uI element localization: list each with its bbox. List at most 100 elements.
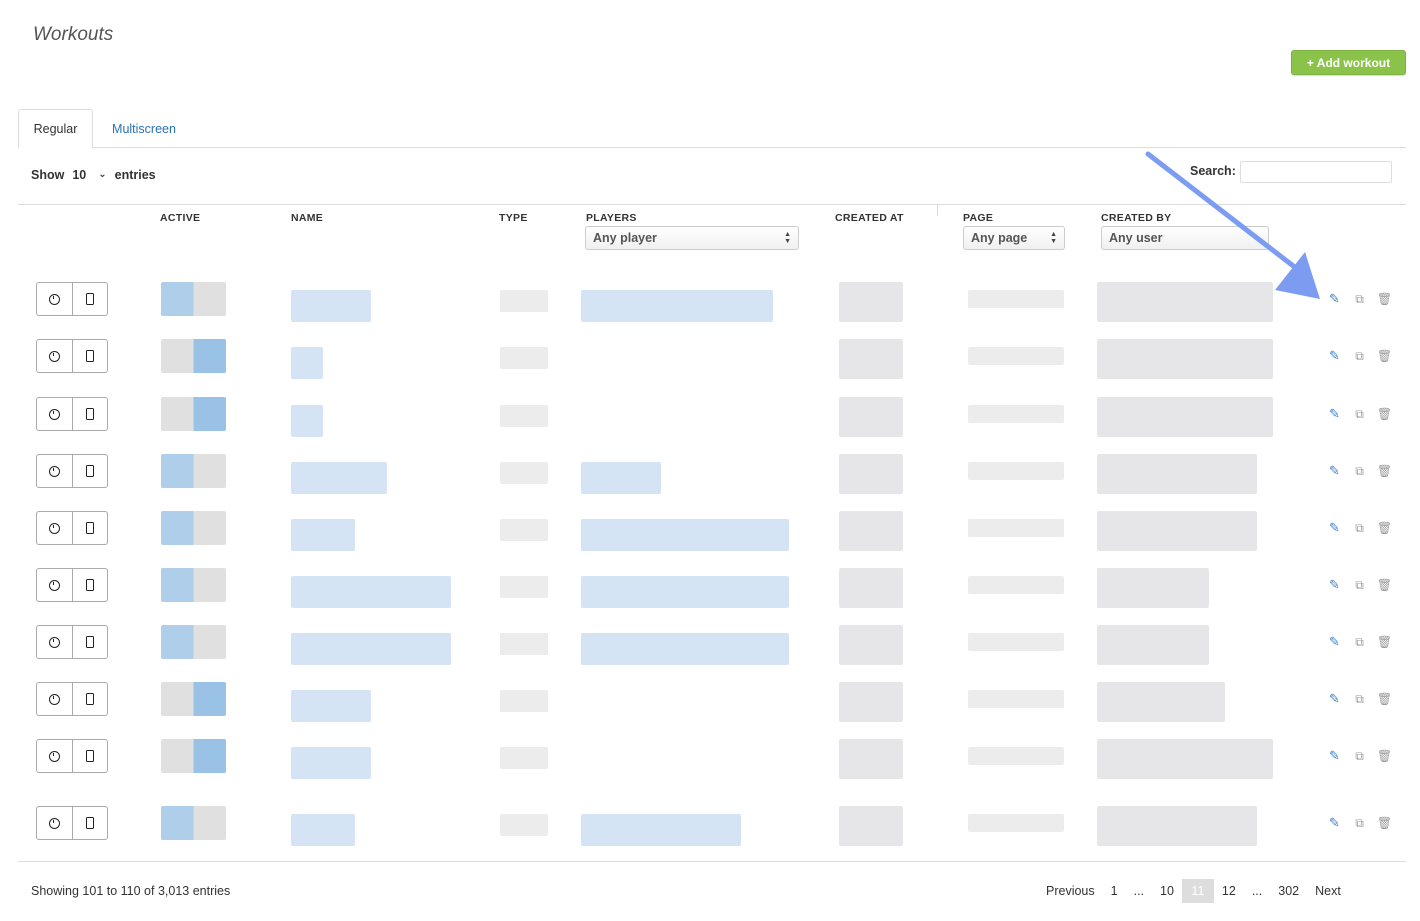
column-header-name[interactable]: NAME [291,212,323,224]
created-at-cell-redacted [839,282,903,322]
entries-label: entries [114,168,156,182]
copy-icon[interactable]: ⧉ [1353,349,1366,363]
created-at-cell-redacted [839,806,903,846]
pencil-icon[interactable]: ✎ [1328,520,1341,535]
table-row: ✎ ⧉ 🗑︎ [0,568,1420,618]
pagination-page[interactable]: 302 [1270,879,1307,903]
created-by-cell-redacted [1097,806,1257,846]
schedule-button[interactable] [37,740,72,772]
table-row: ✎ ⧉ 🗑︎ [0,397,1420,447]
clock-icon [48,350,60,362]
page-cell-redacted [968,814,1064,832]
copy-icon[interactable]: ⧉ [1353,464,1366,478]
trash-icon[interactable]: 🗑︎ [1377,749,1392,763]
trash-icon[interactable]: 🗑︎ [1377,292,1392,306]
pagination-previous[interactable]: Previous [1038,879,1103,903]
table-row: ✎ ⧉ 🗑︎ [0,282,1420,332]
trash-icon[interactable]: 🗑︎ [1377,407,1392,421]
clock-icon [48,693,60,705]
active-cell-redacted [161,568,226,602]
type-cell-redacted [500,405,548,427]
pencil-icon[interactable]: ✎ [1328,291,1341,306]
created-by-filter-select[interactable]: Any user [1101,226,1269,250]
device-button[interactable] [71,740,107,772]
pencil-icon[interactable]: ✎ [1328,691,1341,706]
schedule-button[interactable] [37,398,72,430]
row-actions: ✎ ⧉ 🗑︎ [1328,511,1392,545]
table-row: ✎ ⧉ 🗑︎ [0,339,1420,389]
pencil-icon[interactable]: ✎ [1328,348,1341,363]
column-header-active[interactable]: ACTIVE [160,212,200,224]
name-cell-redacted [291,519,355,551]
column-header-type[interactable]: TYPE [499,212,528,224]
players-cell-redacted [581,519,789,551]
pagination-page[interactable]: 1 [1103,879,1126,903]
active-cell-redacted [161,739,226,773]
copy-icon[interactable]: ⧉ [1353,692,1366,706]
trash-icon[interactable]: 🗑︎ [1377,349,1392,363]
page-filter-select[interactable]: Any page ▲ ▼ [963,226,1065,250]
created-by-cell-redacted [1097,625,1209,665]
length-select[interactable]: 10 ⌄ [72,168,106,182]
copy-icon[interactable]: ⧉ [1353,749,1366,763]
trash-icon[interactable]: 🗑︎ [1377,464,1392,478]
trash-icon[interactable]: 🗑︎ [1377,816,1392,830]
copy-icon[interactable]: ⧉ [1353,407,1366,421]
schedule-button[interactable] [37,569,72,601]
column-resize-handle[interactable] [937,204,938,216]
players-cell-redacted [581,814,741,846]
device-button[interactable] [71,455,107,487]
pagination-current-page[interactable]: 11 [1181,879,1214,903]
schedule-button[interactable] [37,512,72,544]
device-button[interactable] [71,340,107,372]
trash-icon[interactable]: 🗑︎ [1377,635,1392,649]
page-cell-redacted [968,405,1064,423]
copy-icon[interactable]: ⧉ [1353,635,1366,649]
tablet-icon [85,293,94,305]
copy-icon[interactable]: ⧉ [1353,521,1366,535]
copy-icon[interactable]: ⧉ [1353,816,1366,830]
players-filter-select[interactable]: Any player ▲ ▼ [585,226,799,250]
column-header-created-by[interactable]: CREATED BY [1101,212,1171,224]
created-by-cell-redacted [1097,454,1257,494]
page-cell-redacted [968,690,1064,708]
schedule-button[interactable] [37,807,72,839]
pagination-page[interactable]: 10 [1152,879,1182,903]
pagination-next[interactable]: Next [1307,879,1349,903]
schedule-button[interactable] [37,283,72,315]
search-input[interactable] [1240,161,1392,183]
schedule-button[interactable] [37,340,72,372]
name-cell-redacted [291,405,323,437]
device-button[interactable] [71,626,107,658]
pencil-icon[interactable]: ✎ [1328,577,1341,592]
device-button[interactable] [71,683,107,715]
schedule-button[interactable] [37,455,72,487]
schedule-button[interactable] [37,626,72,658]
device-button[interactable] [71,807,107,839]
trash-icon[interactable]: 🗑︎ [1377,521,1392,535]
device-button[interactable] [71,569,107,601]
column-header-players[interactable]: PLAYERS [586,212,637,224]
created-at-cell-redacted [839,397,903,437]
copy-icon[interactable]: ⧉ [1353,578,1366,592]
clock-icon [48,408,60,420]
pencil-icon[interactable]: ✎ [1328,748,1341,763]
pagination-page[interactable]: 12 [1214,879,1244,903]
pencil-icon[interactable]: ✎ [1328,634,1341,649]
trash-icon[interactable]: 🗑︎ [1377,578,1392,592]
trash-icon[interactable]: 🗑︎ [1377,692,1392,706]
pencil-icon[interactable]: ✎ [1328,406,1341,421]
schedule-button[interactable] [37,683,72,715]
tab-regular[interactable]: Regular [18,109,93,149]
column-header-created-at[interactable]: CREATED AT [835,212,904,224]
pencil-icon[interactable]: ✎ [1328,463,1341,478]
row-toggle-group [36,625,108,659]
device-button[interactable] [71,512,107,544]
device-button[interactable] [71,283,107,315]
pencil-icon[interactable]: ✎ [1328,815,1341,830]
column-header-page[interactable]: PAGE [963,212,993,224]
device-button[interactable] [71,398,107,430]
copy-icon[interactable]: ⧉ [1353,292,1366,306]
add-workout-button[interactable]: + Add workout [1291,50,1406,75]
tab-multiscreen[interactable]: Multiscreen [110,109,178,148]
